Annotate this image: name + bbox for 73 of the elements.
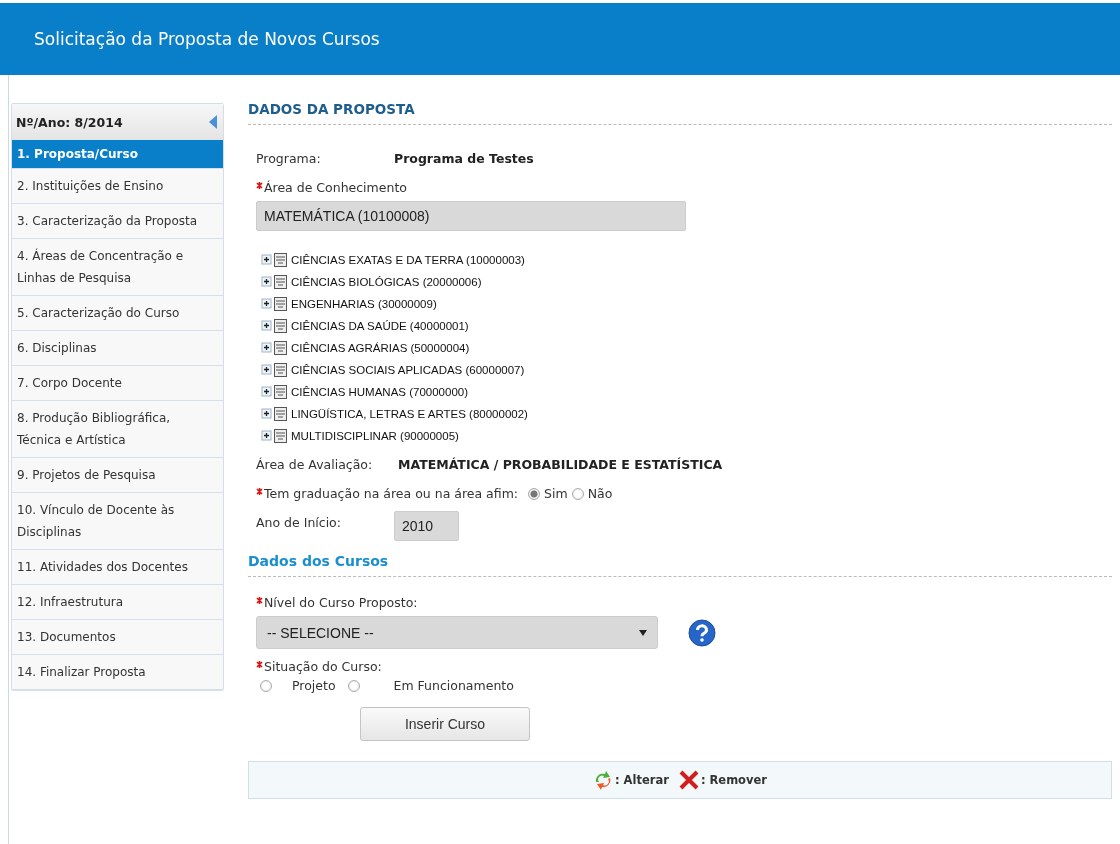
sidebar-item[interactable]: 4. Áreas de Concentração e Linhas de Pesquisa: [12, 239, 223, 296]
document-icon: [274, 385, 287, 399]
field-label: Área de Conhecimento: [264, 180, 407, 195]
document-icon: [274, 363, 287, 377]
document-icon: [274, 319, 287, 333]
section-title: Dados dos Cursos: [248, 553, 1112, 577]
knowledge-area-field[interactable]: MATEMÁTICA (10100008): [256, 201, 686, 231]
radio-label: Em Funcionamento: [393, 678, 514, 693]
sidebar-item[interactable]: 3. Caracterização da Proposta: [12, 204, 223, 239]
tree-node[interactable]: MULTIDISCIPLINAR (90000005): [291, 430, 459, 442]
course-level-select[interactable]: -- SELECIONE --: [256, 616, 658, 649]
field-label: Tem graduação na área ou na área afim:: [264, 486, 519, 501]
sidebar-item[interactable]: 10. Vínculo de Docente às Disciplinas: [12, 493, 223, 550]
insert-course-button[interactable]: Inserir Curso: [360, 707, 530, 741]
expand-icon[interactable]: [260, 253, 274, 267]
tree-node[interactable]: CIÊNCIAS BIOLÓGICAS (20000006): [291, 276, 482, 288]
start-year-field[interactable]: 2010: [394, 511, 459, 541]
sidebar-item[interactable]: 8. Produção Bibliográfica, Técnica e Artística: [12, 401, 223, 458]
document-icon: [274, 253, 287, 267]
document-icon: [274, 341, 287, 355]
sidebar-item[interactable]: 11. Atividades dos Docentes: [12, 550, 223, 585]
document-icon: [274, 429, 287, 443]
sidebar-item[interactable]: 7. Corpo Docente: [12, 366, 223, 401]
field-label: Ano de Início:: [256, 515, 342, 530]
tree-node[interactable]: CIÊNCIAS DA SAÚDE (40000001): [291, 320, 469, 332]
document-icon: [274, 275, 287, 289]
field-value: Programa de Testes: [394, 151, 534, 166]
expand-icon[interactable]: [260, 385, 274, 399]
sidebar-item[interactable]: 12. Infraestrutura: [12, 585, 223, 620]
edit-arrows-icon: [593, 770, 613, 790]
proposal-number: Nº/Ano: 8/2014: [16, 114, 123, 130]
tree-node[interactable]: CIÊNCIAS AGRÁRIAS (50000004): [291, 342, 470, 354]
expand-icon[interactable]: [260, 275, 274, 289]
radio-button[interactable]: [528, 487, 541, 500]
legend-label: : Alterar: [615, 773, 669, 787]
tree-node[interactable]: CIÊNCIAS SOCIAIS APLICADAS (60000007): [291, 364, 525, 376]
radio-label: Sim: [544, 486, 568, 501]
expand-icon[interactable]: [260, 341, 274, 355]
sidebar-item[interactable]: 9. Projetos de Pesquisa: [12, 458, 223, 493]
section-title: DADOS DA PROPOSTA: [248, 101, 1112, 125]
sidebar-item[interactable]: 1. Proposta/Curso: [12, 140, 223, 169]
field-label: Nível do Curso Proposto:: [264, 595, 418, 610]
expand-icon[interactable]: [260, 363, 274, 377]
dropdown-caret-icon: [639, 629, 647, 636]
sidebar-item[interactable]: 2. Instituições de Ensino: [12, 169, 223, 204]
help-icon[interactable]: [688, 618, 716, 647]
collapse-arrow-icon[interactable]: [209, 115, 217, 129]
sidebar-item[interactable]: 5. Caracterização do Curso: [12, 296, 223, 331]
tree-node[interactable]: ENGENHARIAS (30000009): [291, 298, 437, 310]
radio-button[interactable]: [571, 487, 584, 500]
tree-node[interactable]: CIÊNCIAS HUMANAS (70000000): [291, 386, 469, 398]
document-icon: [274, 407, 287, 421]
sidebar-item[interactable]: 6. Disciplinas: [12, 331, 223, 366]
radio-button[interactable]: [260, 679, 272, 692]
sidebar-item[interactable]: 14. Finalizar Proposta: [12, 655, 223, 690]
remove-x-icon: [678, 770, 699, 790]
legend-label: : Remover: [700, 773, 767, 787]
tree-node[interactable]: LINGÜÍSTICA, LETRAS E ARTES (80000002): [291, 408, 528, 420]
sidebar-item[interactable]: 13. Documentos: [12, 620, 223, 655]
radio-button[interactable]: [347, 679, 360, 692]
expand-icon[interactable]: [260, 319, 274, 333]
field-label: Programa:: [256, 151, 322, 166]
document-icon: [274, 297, 287, 311]
field-value: MATEMÁTICA / PROBABILIDADE E ESTATÍSTICA: [398, 457, 723, 472]
tree-node[interactable]: CIÊNCIAS EXATAS E DA TERRA (10000003): [291, 254, 525, 266]
expand-icon[interactable]: [260, 297, 274, 311]
radio-label: Projeto: [292, 678, 336, 693]
expand-icon[interactable]: [260, 407, 274, 421]
expand-icon[interactable]: [260, 429, 274, 443]
field-label: Área de Avaliação:: [256, 457, 374, 472]
page-title: Solicitação da Proposta de Novos Cursos: [34, 29, 380, 49]
radio-label: Não: [587, 486, 613, 501]
field-label: Situação do Curso:: [264, 659, 382, 674]
